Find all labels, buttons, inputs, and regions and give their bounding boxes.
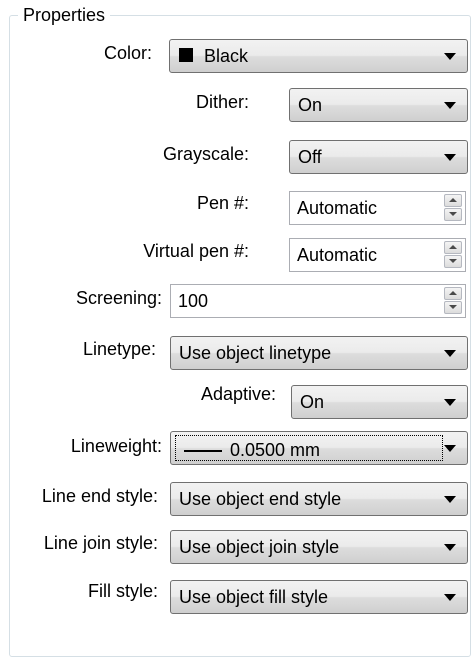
lineweight-dropdown[interactable]: 0.0500 mm <box>170 431 468 465</box>
adaptive-value: On <box>300 392 325 412</box>
chevron-down-icon <box>444 496 456 503</box>
line-join-style-label: Line join style: <box>43 533 158 553</box>
fill-style-value: Use object fill style <box>179 587 329 607</box>
chevron-down-icon <box>444 154 456 161</box>
chevron-down-icon <box>444 445 456 452</box>
chevron-down-icon <box>444 102 456 109</box>
grayscale-label: Grayscale: <box>162 144 249 164</box>
adaptive-dropdown[interactable]: On <box>291 385 468 419</box>
pen-spinner[interactable]: Automatic <box>289 191 466 225</box>
chevron-down-icon <box>444 399 456 406</box>
spin-down-icon[interactable] <box>444 301 462 314</box>
dither-value: On <box>298 95 323 115</box>
line-end-style-value: Use object end style <box>179 489 342 509</box>
chevron-down-icon <box>444 53 456 60</box>
color-label: Color: <box>103 43 152 63</box>
line-join-style-dropdown[interactable]: Use object join style <box>170 530 468 564</box>
spin-down-icon[interactable] <box>444 208 462 221</box>
fill-style-label: Fill style: <box>87 581 158 601</box>
adaptive-label: Adaptive: <box>200 384 276 404</box>
virtual-pen-label: Virtual pen #: <box>143 241 249 261</box>
pen-value: Automatic <box>297 198 378 218</box>
grayscale-dropdown[interactable]: Off <box>289 140 468 174</box>
virtual-pen-value: Automatic <box>297 245 378 265</box>
dither-dropdown[interactable]: On <box>289 88 468 122</box>
line-sample-icon <box>184 450 222 452</box>
color-value: Black <box>204 46 249 66</box>
screening-value: 100 <box>178 291 209 311</box>
linetype-dropdown[interactable]: Use object linetype <box>170 336 468 370</box>
spin-up-icon[interactable] <box>444 287 462 300</box>
screening-spinner[interactable]: 100 <box>170 284 466 318</box>
linetype-value: Use object linetype <box>179 343 332 363</box>
screening-label: Screening: <box>75 288 162 308</box>
line-end-style-label: Line end style: <box>41 486 158 506</box>
line-join-style-value: Use object join style <box>179 537 340 557</box>
properties-group-title: Properties <box>18 4 111 26</box>
grayscale-value: Off <box>298 147 322 167</box>
color-swatch <box>179 48 193 62</box>
line-end-style-dropdown[interactable]: Use object end style <box>170 482 468 516</box>
lineweight-label: Lineweight: <box>70 436 162 456</box>
pen-label: Pen #: <box>196 193 249 213</box>
focus-rectangle: 0.0500 mm <box>175 435 443 461</box>
chevron-down-icon <box>444 544 456 551</box>
color-dropdown[interactable]: Black <box>169 39 468 73</box>
chevron-down-icon <box>444 594 456 601</box>
linetype-label: Linetype: <box>82 339 156 359</box>
virtual-pen-spinner[interactable]: Automatic <box>289 238 466 272</box>
spin-down-icon[interactable] <box>444 255 462 268</box>
lineweight-value: 0.0500 mm <box>230 440 321 460</box>
dither-label: Dither: <box>195 92 249 112</box>
spin-up-icon[interactable] <box>444 241 462 254</box>
spin-up-icon[interactable] <box>444 194 462 207</box>
chevron-down-icon <box>444 350 456 357</box>
fill-style-dropdown[interactable]: Use object fill style <box>170 580 468 614</box>
